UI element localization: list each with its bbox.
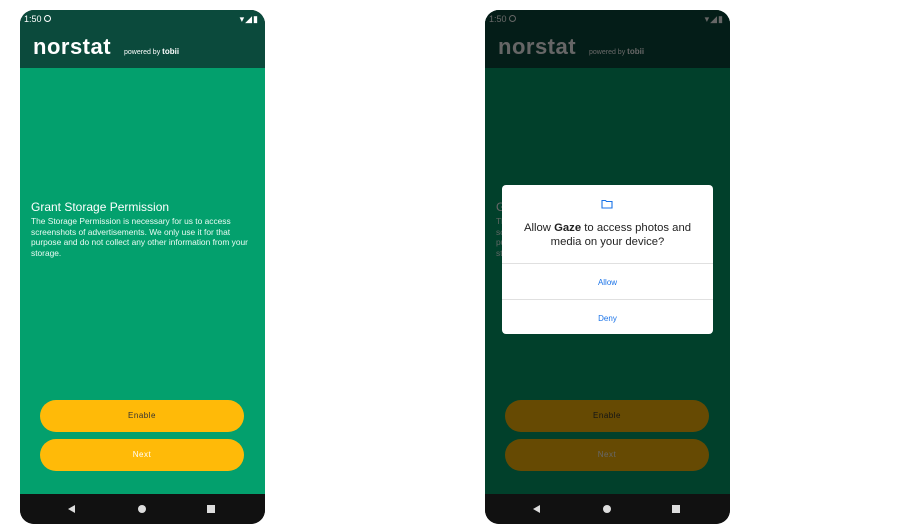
enable-button[interactable]: Enable xyxy=(40,400,244,432)
permission-dialog: Allow Gaze to access photos and media on… xyxy=(502,185,713,334)
recents-icon[interactable] xyxy=(207,505,215,513)
phone-screen-left: norstat powered by tobii 1:50 ▾◢▮ Grant … xyxy=(20,10,265,524)
powered-by-prefix: powered by xyxy=(124,49,161,56)
dialog-divider xyxy=(502,299,713,300)
permission-title: Grant Storage Permission xyxy=(31,200,170,214)
permission-description: The Storage Permission is necessary for … xyxy=(31,216,248,258)
status-bar: 1:50 ▾◢▮ xyxy=(20,10,265,28)
folder-icon xyxy=(601,199,613,209)
norstat-logo: norstat xyxy=(33,34,112,59)
home-icon[interactable] xyxy=(138,505,146,513)
powered-by-brand: tobii xyxy=(162,47,180,56)
dialog-app-name: Gaze xyxy=(554,222,582,234)
allow-button[interactable]: Allow xyxy=(502,278,713,287)
back-icon[interactable] xyxy=(533,505,540,513)
phone-screen-right: norstat powered by tobii 1:50 ▾◢▮ Grant … xyxy=(485,10,730,524)
powered-by-text: powered by tobii xyxy=(124,47,179,56)
deny-button[interactable]: Deny xyxy=(502,314,713,323)
notification-icon xyxy=(44,15,51,22)
dialog-scrim: Allow Gaze to access photos and media on… xyxy=(485,10,730,494)
back-icon[interactable] xyxy=(68,505,75,513)
recents-icon[interactable] xyxy=(672,505,680,513)
dialog-message-prefix: Allow xyxy=(523,222,551,234)
home-icon[interactable] xyxy=(603,505,611,513)
dialog-divider xyxy=(502,263,713,264)
signal-battery-icon: ▾◢▮ xyxy=(239,14,259,24)
next-button[interactable]: Next xyxy=(40,439,244,471)
status-time: 1:50 xyxy=(24,14,42,24)
dialog-message: Allow Gaze to access photos and media on… xyxy=(510,221,705,249)
navigation-bar xyxy=(485,494,730,524)
navigation-bar xyxy=(20,494,265,524)
permission-content: Grant Storage Permission The Storage Per… xyxy=(20,68,265,494)
